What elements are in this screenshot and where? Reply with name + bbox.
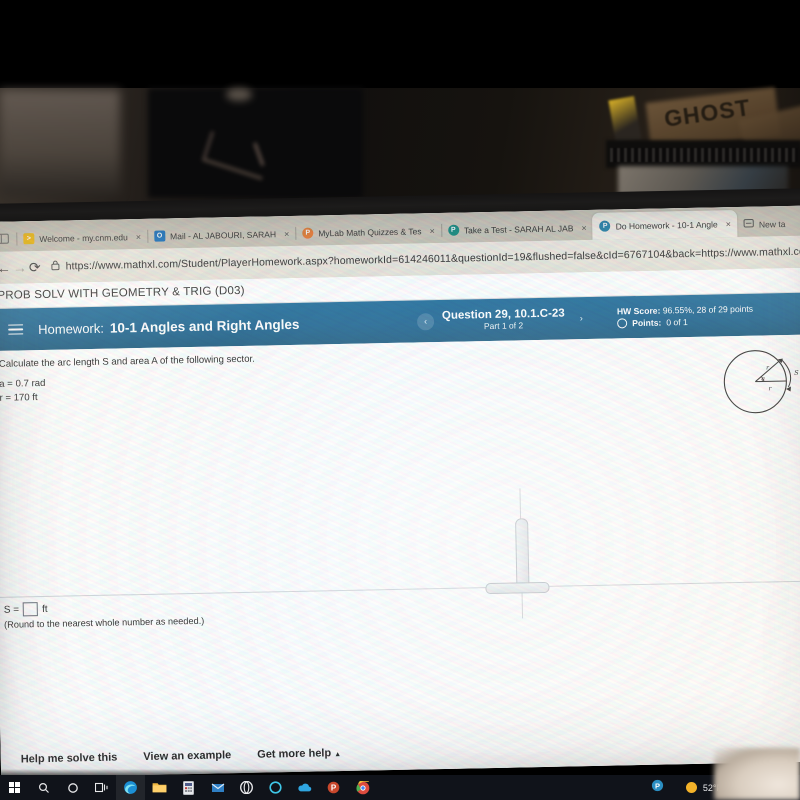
course-title: PROB SOLV WITH GEOMETRY & TRIG (D03)	[0, 284, 245, 302]
svg-text:r: r	[766, 364, 770, 371]
pearson-p-icon: P	[447, 224, 459, 236]
vertical-scrollbar[interactable]	[515, 488, 530, 619]
svg-text:P: P	[655, 781, 660, 790]
svg-text:r: r	[768, 385, 772, 392]
answer-line: S = ft	[4, 599, 204, 617]
cortana-circle-icon[interactable]	[261, 775, 290, 800]
cortana-icon[interactable]	[58, 775, 87, 800]
tab-title: Do Homework - 10-1 Angle	[615, 218, 718, 231]
browser-tab[interactable]: O Mail - AL JABOURI, SARAH ×	[147, 221, 296, 249]
laptop-screen: > Welcome - my.cnm.edu × O Mail - AL JAB…	[0, 205, 800, 778]
back-icon[interactable]: ←	[0, 256, 11, 280]
wall-left	[0, 90, 120, 195]
file-explorer-icon[interactable]	[145, 775, 174, 800]
browser-tab-active[interactable]: P Do Homework - 10-1 Angle ×	[592, 210, 738, 240]
svg-text:a: a	[761, 375, 765, 382]
hw-score-value: 96.55%, 28 of 29 points	[662, 303, 754, 316]
tab-list-icon[interactable]	[0, 225, 17, 252]
horizontal-scrollbar-thumb[interactable]	[485, 581, 550, 595]
edge-browser-icon[interactable]	[116, 775, 145, 800]
pearson-tray-icon[interactable]: P	[651, 779, 664, 797]
get-more-help-link[interactable]: Get more help ▲	[257, 747, 342, 761]
points-label: Points:	[632, 317, 662, 329]
mathxl-page: PROB SOLV WITH GEOMETRY & TRIG (D03) Hom…	[0, 267, 800, 778]
tab-close-icon[interactable]: ×	[581, 223, 586, 233]
edge-chevron-icon: >	[23, 233, 35, 245]
mail-icon[interactable]	[203, 775, 232, 800]
photo-of-laptop-screen: GHOST > Welcome - my.cnm.edu × O Mail - …	[0, 0, 800, 800]
points-value: 0 of 1	[666, 317, 688, 328]
points-status-icon	[617, 318, 628, 329]
windows-taskbar: P P 52°F	[0, 775, 800, 800]
svg-text:S: S	[794, 369, 799, 377]
question-part: Part 1 of 2	[483, 320, 524, 331]
answer-area: S = ft (Round to the nearest whole numbe…	[4, 599, 205, 630]
browser-tab[interactable]: P MyLab Math Quizzes & Tes ×	[295, 218, 441, 246]
tab-title: MyLab Math Quizzes & Tes	[318, 225, 422, 238]
points-line: Points: 0 of 1	[617, 316, 753, 329]
answer-divider	[0, 580, 800, 598]
chrome-icon[interactable]	[348, 775, 377, 800]
pearson-p-icon: P	[599, 220, 611, 232]
sector-diagram: r r a S	[715, 339, 800, 423]
url-text: https://www.mathxl.com/Student/PlayerHom…	[65, 245, 800, 273]
answer-input[interactable]	[22, 602, 39, 617]
forward-icon[interactable]: →	[13, 255, 27, 279]
onedrive-icon[interactable]	[290, 775, 319, 800]
task-view-icon[interactable]	[87, 775, 116, 800]
new-tab-icon	[743, 218, 754, 231]
new-tab-label: New ta	[758, 218, 786, 230]
background-light-reflection	[226, 88, 252, 101]
homework-label: Homework:	[38, 320, 105, 337]
tab-close-icon[interactable]: ×	[136, 231, 141, 241]
scrollbar-thumb[interactable]	[515, 518, 530, 591]
sun-icon	[685, 782, 697, 793]
photo-letterbox-top	[0, 0, 800, 92]
start-icon[interactable]	[0, 775, 29, 800]
score-summary: HW Score: 96.55%, 28 of 29 points Points…	[617, 294, 754, 339]
tab-close-icon[interactable]: ×	[284, 228, 289, 238]
background-shelf-detail	[610, 148, 798, 162]
tab-title: Mail - AL JABOURI, SARAH	[169, 228, 277, 241]
hamburger-menu-icon[interactable]	[0, 323, 32, 336]
answer-prefix: S =	[3, 603, 20, 616]
view-an-example-link[interactable]: View an example	[143, 749, 231, 763]
opera-gx-icon[interactable]	[232, 775, 261, 800]
pearson-icon: P	[302, 227, 314, 239]
question-info: Question 29, 10.1.C-23 Part 1 of 2	[442, 307, 565, 332]
help-me-solve-this-link[interactable]: Help me solve this	[21, 752, 118, 766]
lock-icon	[51, 260, 60, 274]
tab-title: Welcome - my.cnm.edu	[39, 231, 128, 244]
browser-tab[interactable]: > Welcome - my.cnm.edu ×	[16, 224, 147, 252]
answer-hint: (Round to the nearest whole number as ne…	[3, 615, 205, 630]
powerpoint-icon[interactable]: P	[319, 775, 348, 800]
calculator-icon[interactable]	[174, 775, 203, 800]
tab-close-icon[interactable]: ×	[726, 219, 731, 229]
next-question-button[interactable]: ›	[573, 309, 590, 326]
new-tab-button[interactable]: New ta	[737, 211, 792, 237]
reload-icon[interactable]: ⟳	[29, 255, 41, 279]
taskbar-icons: P	[0, 775, 377, 800]
svg-text:P: P	[331, 784, 337, 793]
foreground-blur-object	[714, 748, 800, 800]
get-more-help-label: Get more help	[257, 747, 332, 761]
outlook-icon: O	[153, 230, 166, 242]
search-icon[interactable]	[29, 775, 58, 800]
tab-close-icon[interactable]: ×	[429, 226, 434, 236]
caret-up-icon: ▲	[334, 751, 342, 759]
homework-name: 10-1 Angles and Right Angles	[109, 316, 300, 336]
tab-title: Take a Test - SARAH AL JAB	[463, 222, 574, 235]
question-navigator: ‹ Question 29, 10.1.C-23 Part 1 of 2 ›	[416, 297, 591, 342]
answer-unit: ft	[41, 603, 48, 615]
help-links-row: Help me solve this View an example Get m…	[1, 737, 800, 766]
hw-score-label: HW Score:	[616, 305, 661, 317]
browser-tab[interactable]: P Take a Test - SARAH AL JAB ×	[441, 215, 593, 243]
hw-score-line: HW Score: 96.55%, 28 of 29 points	[617, 304, 753, 317]
previous-question-button[interactable]: ‹	[416, 312, 435, 330]
question-given: a = 0.7 rad r = 170 ft	[0, 361, 800, 405]
